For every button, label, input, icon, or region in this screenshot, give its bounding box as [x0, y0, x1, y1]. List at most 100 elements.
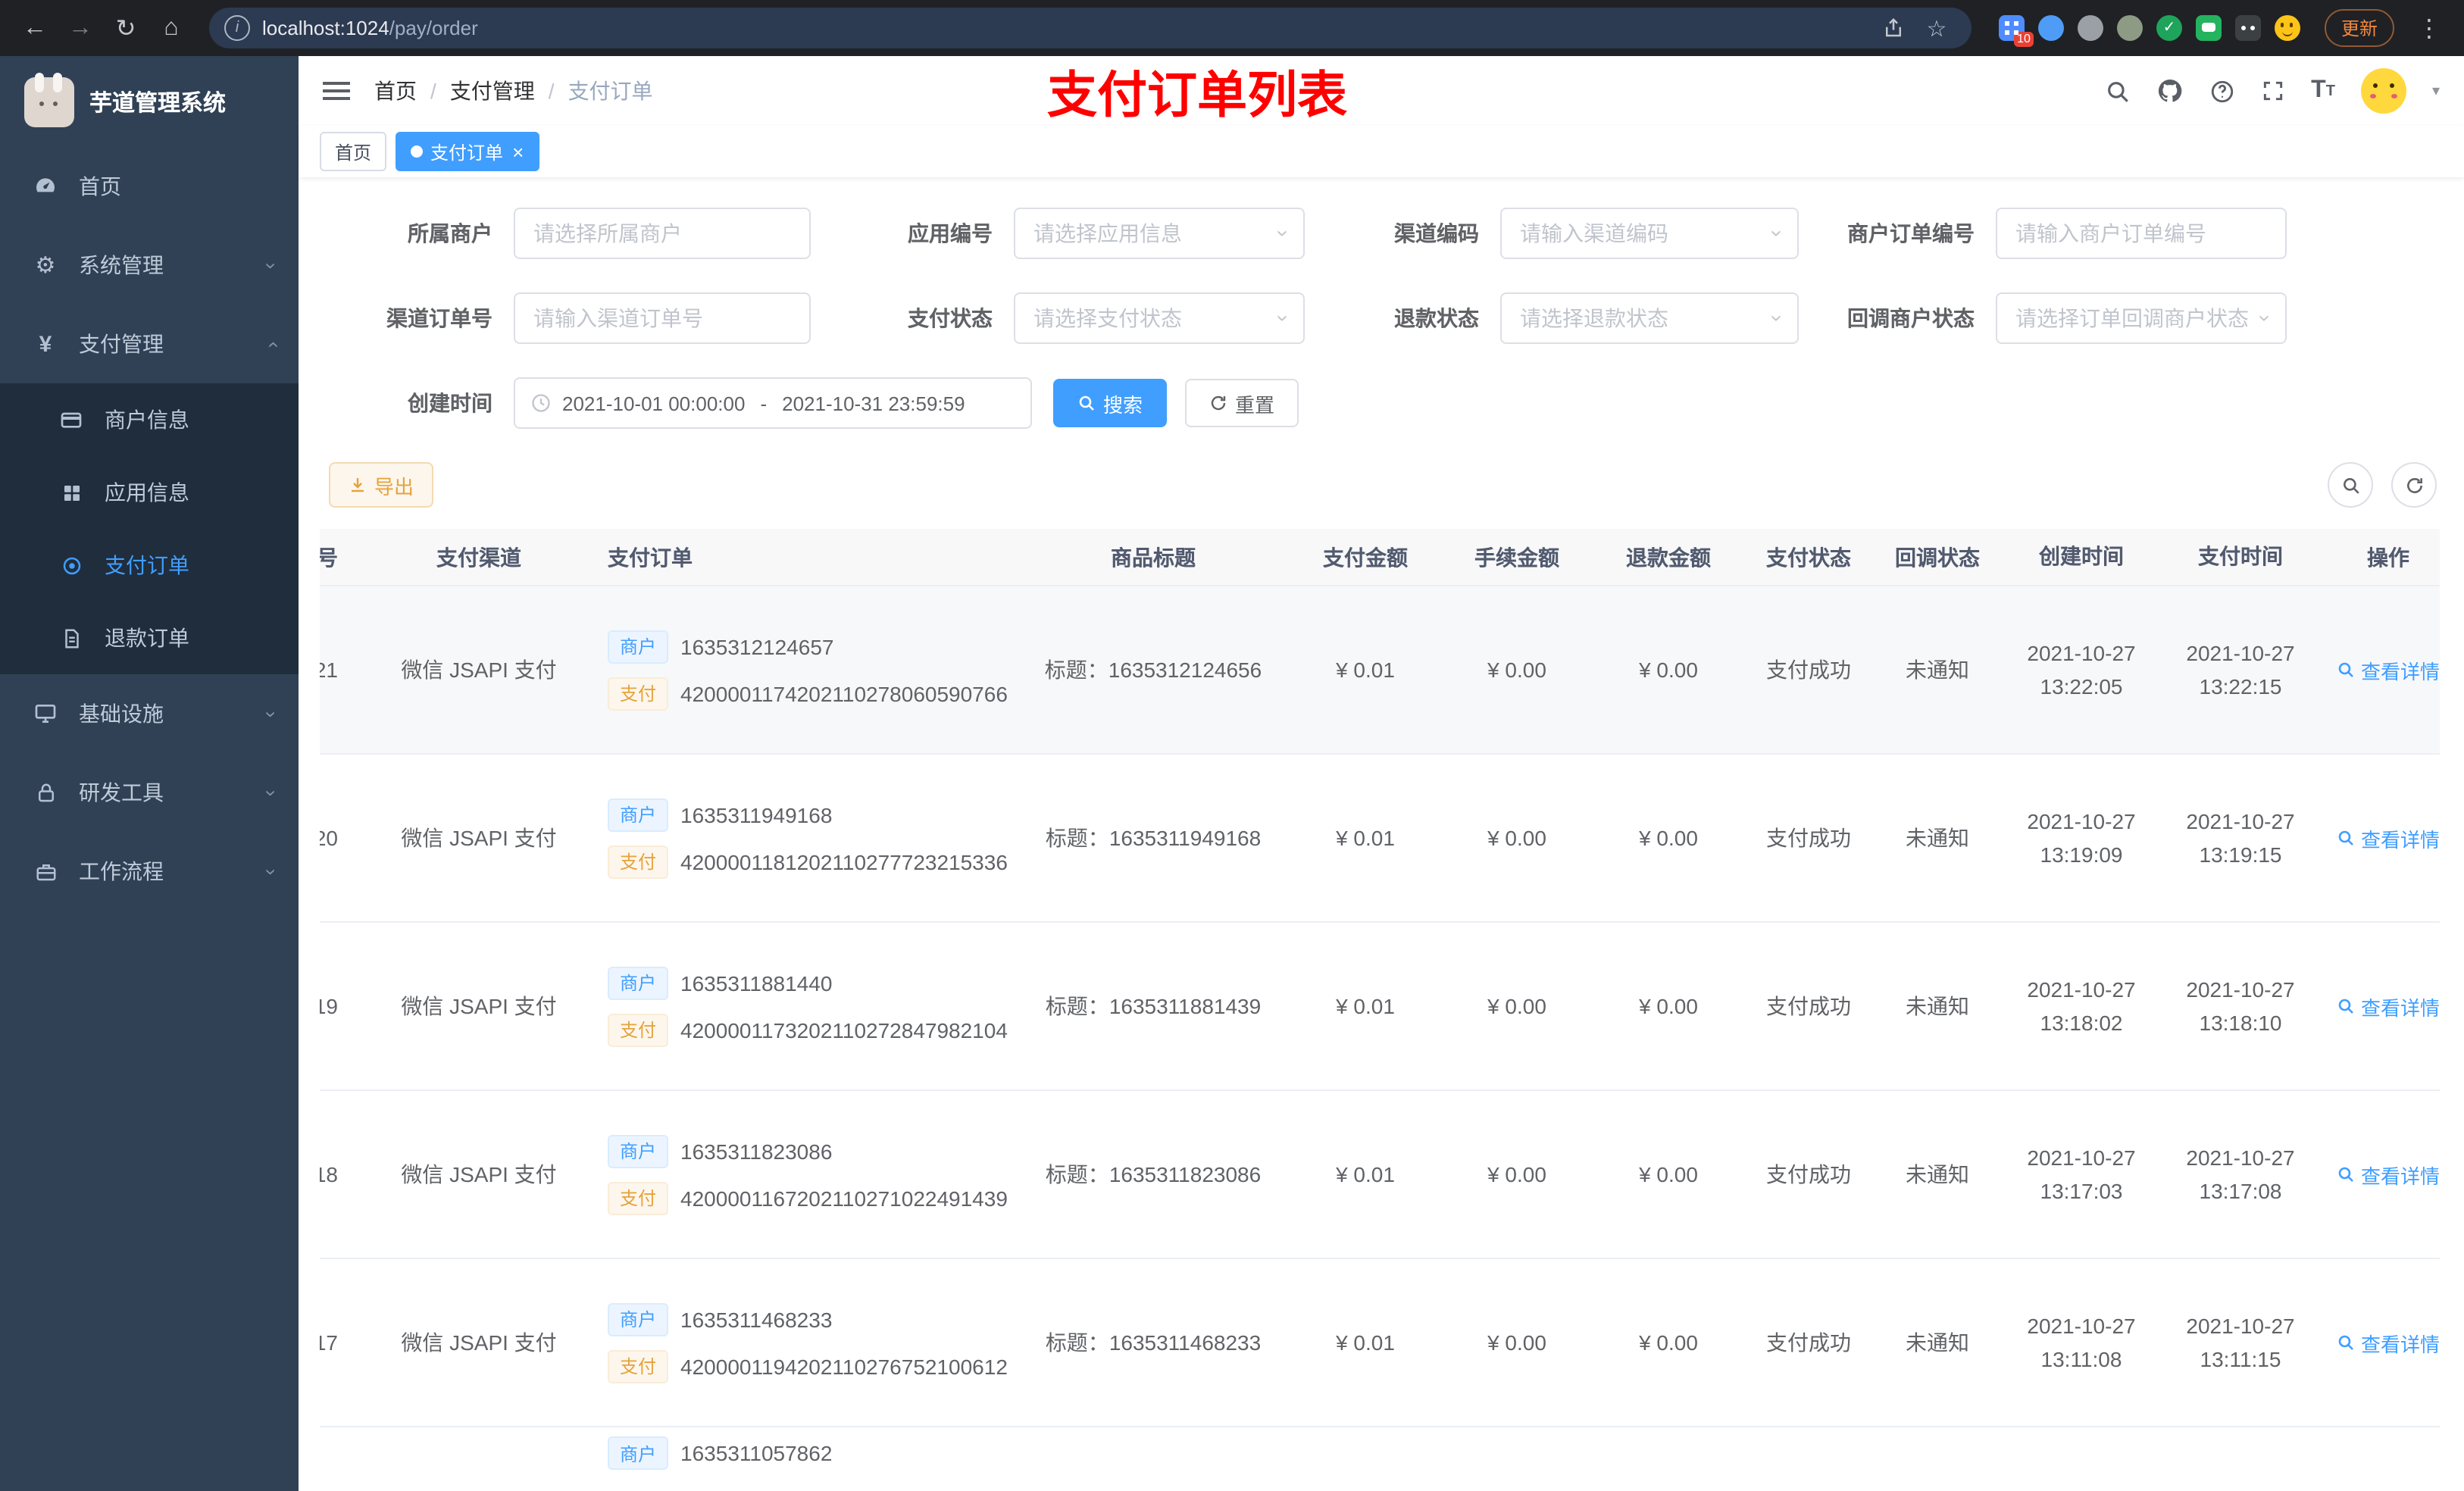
github-icon[interactable] — [2156, 77, 2184, 105]
chevron-down-icon: › — [1766, 314, 1791, 322]
fullscreen-icon[interactable] — [2261, 79, 2285, 103]
breadcrumb-home[interactable]: 首页 — [374, 76, 417, 106]
create-time-range[interactable]: 2021-10-01 00:00:00 - 2021-10-31 23:59:5… — [514, 377, 1032, 429]
pay-amount: ¥ 0.01 — [1336, 658, 1395, 682]
home-icon[interactable]: ⌂ — [152, 8, 191, 48]
product-title: 1635311468233 — [1108, 1330, 1262, 1355]
toolbar-right — [2328, 462, 2440, 508]
channel-pay-no: 4200001194202110276752100612 — [680, 1354, 1008, 1378]
view-detail-link[interactable]: 查看详情 — [2337, 1328, 2440, 1357]
back-icon[interactable]: ← — [15, 8, 55, 48]
app-select[interactable]: 请选择应用信息 › — [1014, 208, 1305, 259]
font-size-icon[interactable]: TT — [2311, 77, 2335, 105]
title-prefix: 标题： — [1045, 1162, 1109, 1186]
avatar-caret-icon[interactable]: ▾ — [2432, 83, 2440, 99]
create-date: 2021-10-27 — [2027, 977, 2136, 1002]
merchant-order-no-input[interactable] — [1996, 208, 2287, 259]
search-button[interactable]: 搜索 — [1053, 379, 1168, 427]
sidebar-item-label: 支付订单 — [105, 553, 189, 577]
title-prefix: 标题： — [1044, 658, 1108, 682]
extension-check-icon[interactable] — [2156, 15, 2182, 41]
extension-olive-icon[interactable] — [2116, 15, 2143, 41]
col-header-refund: 退款金额 — [1626, 545, 1711, 569]
view-detail-link[interactable]: 查看详情 — [2337, 655, 2440, 684]
info-icon[interactable]: i — [224, 15, 250, 41]
toggle-search-button[interactable] — [2328, 462, 2373, 508]
pay-date: 2021-10-27 — [2186, 808, 2295, 833]
table-toolbar: 导出 — [320, 462, 2440, 508]
browser-menu-icon[interactable]: ⋮ — [2409, 8, 2449, 48]
extension-gray-icon[interactable] — [2077, 15, 2103, 41]
breadcrumb-payment[interactable]: 支付管理 — [450, 76, 535, 106]
view-detail-link[interactable]: 查看详情 — [2337, 824, 2440, 852]
extension-dark-icon[interactable] — [2234, 15, 2261, 41]
pay-tag: 支付 — [608, 677, 669, 710]
sidebar-item-app-info[interactable]: 应用信息 — [0, 456, 299, 529]
chevron-down-icon: › — [1766, 230, 1791, 237]
monitor-icon — [32, 702, 59, 726]
bookmark-star-icon[interactable]: ☆ — [1917, 8, 1956, 48]
col-header-status: 支付状态 — [1766, 545, 1851, 569]
sidebar-item-payment[interactable]: ¥ 支付管理 › — [0, 305, 299, 383]
search-icon[interactable] — [2105, 78, 2131, 104]
share-icon[interactable] — [1882, 17, 1905, 39]
filter-row-1: 所属商户 应用编号 请选择应用信息› 渠道编码 请输入渠道编码› 商户订单编号 — [320, 208, 2440, 259]
tag-pay-order[interactable]: 支付订单 × — [396, 132, 539, 171]
sidebar-item-dev-tools[interactable]: 研发工具 › — [0, 753, 299, 832]
callback-status-select[interactable]: 请选择订单回调商户状态 › — [1996, 292, 2287, 344]
product-title: 1635311949168 — [1108, 826, 1262, 850]
breadcrumb: 首页 / 支付管理 / 支付订单 — [374, 76, 653, 106]
sidebar-item-label: 研发工具 — [79, 780, 164, 805]
close-icon[interactable]: × — [512, 142, 524, 161]
table-body: 21 微信 JSAPI 支付 商户 1635312124657 支付 42000… — [320, 586, 2440, 1427]
tag-home[interactable]: 首页 — [320, 132, 387, 171]
view-detail-link[interactable]: 查看详情 — [2337, 992, 2440, 1021]
sidebar-item-pay-order[interactable]: 支付订单 — [0, 529, 299, 602]
sidebar-logo[interactable]: 芋道管理系统 — [0, 56, 299, 147]
active-dot-icon — [411, 145, 424, 158]
merchant-label: 所属商户 — [408, 221, 492, 245]
extension-drop-icon[interactable] — [2037, 15, 2064, 41]
sidebar-item-label: 系统管理 — [79, 253, 164, 277]
address-bar[interactable]: i localhost:1024/pay/order ☆ — [209, 8, 1972, 48]
sidebar-item-system[interactable]: ⚙ 系统管理 › — [0, 226, 299, 305]
reset-button[interactable]: 重置 — [1185, 379, 1299, 427]
chevron-down-icon: › — [259, 261, 283, 269]
merchant-input[interactable] — [514, 208, 811, 259]
browser-update-button[interactable]: 更新 — [2324, 9, 2394, 47]
reload-icon[interactable]: ↻ — [106, 8, 145, 48]
help-icon[interactable] — [2209, 78, 2235, 104]
extension-grid-icon[interactable]: 10 — [1998, 15, 2034, 47]
refund-amount: ¥ 0.00 — [1639, 1330, 1698, 1355]
channel-code-select[interactable]: 请输入渠道编码 › — [1500, 208, 1799, 259]
extension-smiley-icon[interactable] — [2274, 15, 2300, 41]
date-separator: - — [760, 392, 768, 414]
sidebar-item-home[interactable]: 首页 — [0, 147, 299, 226]
refresh-button[interactable] — [2391, 462, 2437, 508]
sidebar-menu: 首页 ⚙ 系统管理 › ¥ 支付管理 › 商户信息 应用信息 支付订单 退款订单… — [0, 147, 299, 911]
view-detail-link[interactable]: 查看详情 — [2337, 1160, 2440, 1189]
sidebar-item-merchant-info[interactable]: 商户信息 — [0, 383, 299, 456]
export-button[interactable]: 导出 — [329, 462, 434, 508]
sidebar-item-refund-order[interactable]: 退款订单 — [0, 602, 299, 674]
refund-status-select[interactable]: 请选择退款状态 › — [1500, 292, 1799, 344]
sidebar-item-label: 退款订单 — [105, 626, 189, 650]
app-title: 芋道管理系统 — [89, 90, 227, 116]
create-time: 13:22:05 — [2040, 674, 2123, 699]
title-prefix: 标题： — [1045, 826, 1109, 850]
user-avatar[interactable] — [2360, 68, 2406, 114]
hamburger-icon[interactable] — [323, 79, 353, 103]
extension-chat-icon[interactable] — [2195, 15, 2222, 41]
breadcrumb-current: 支付订单 — [568, 79, 653, 103]
table-row: 17 微信 JSAPI 支付 商户 1635311468233 支付 42000… — [320, 1259, 2440, 1427]
col-header-action: 操作 — [2367, 545, 2409, 569]
sidebar-item-infra[interactable]: 基础设施 › — [0, 674, 299, 753]
pay-time: 13:17:08 — [2199, 1179, 2282, 1203]
merchant-tag: 商户 — [608, 1436, 669, 1470]
pay-status-select[interactable]: 请选择支付状态 › — [1014, 292, 1305, 344]
channel-order-no-input[interactable] — [514, 292, 811, 344]
filter-row-2: 渠道订单号 支付状态 请选择支付状态› 退款状态 请选择退款状态› 回调商户状态… — [320, 292, 2440, 344]
merchant-tag: 商户 — [608, 966, 669, 999]
sidebar-item-workflow[interactable]: 工作流程 › — [0, 832, 299, 911]
forward-icon[interactable]: → — [61, 8, 100, 48]
